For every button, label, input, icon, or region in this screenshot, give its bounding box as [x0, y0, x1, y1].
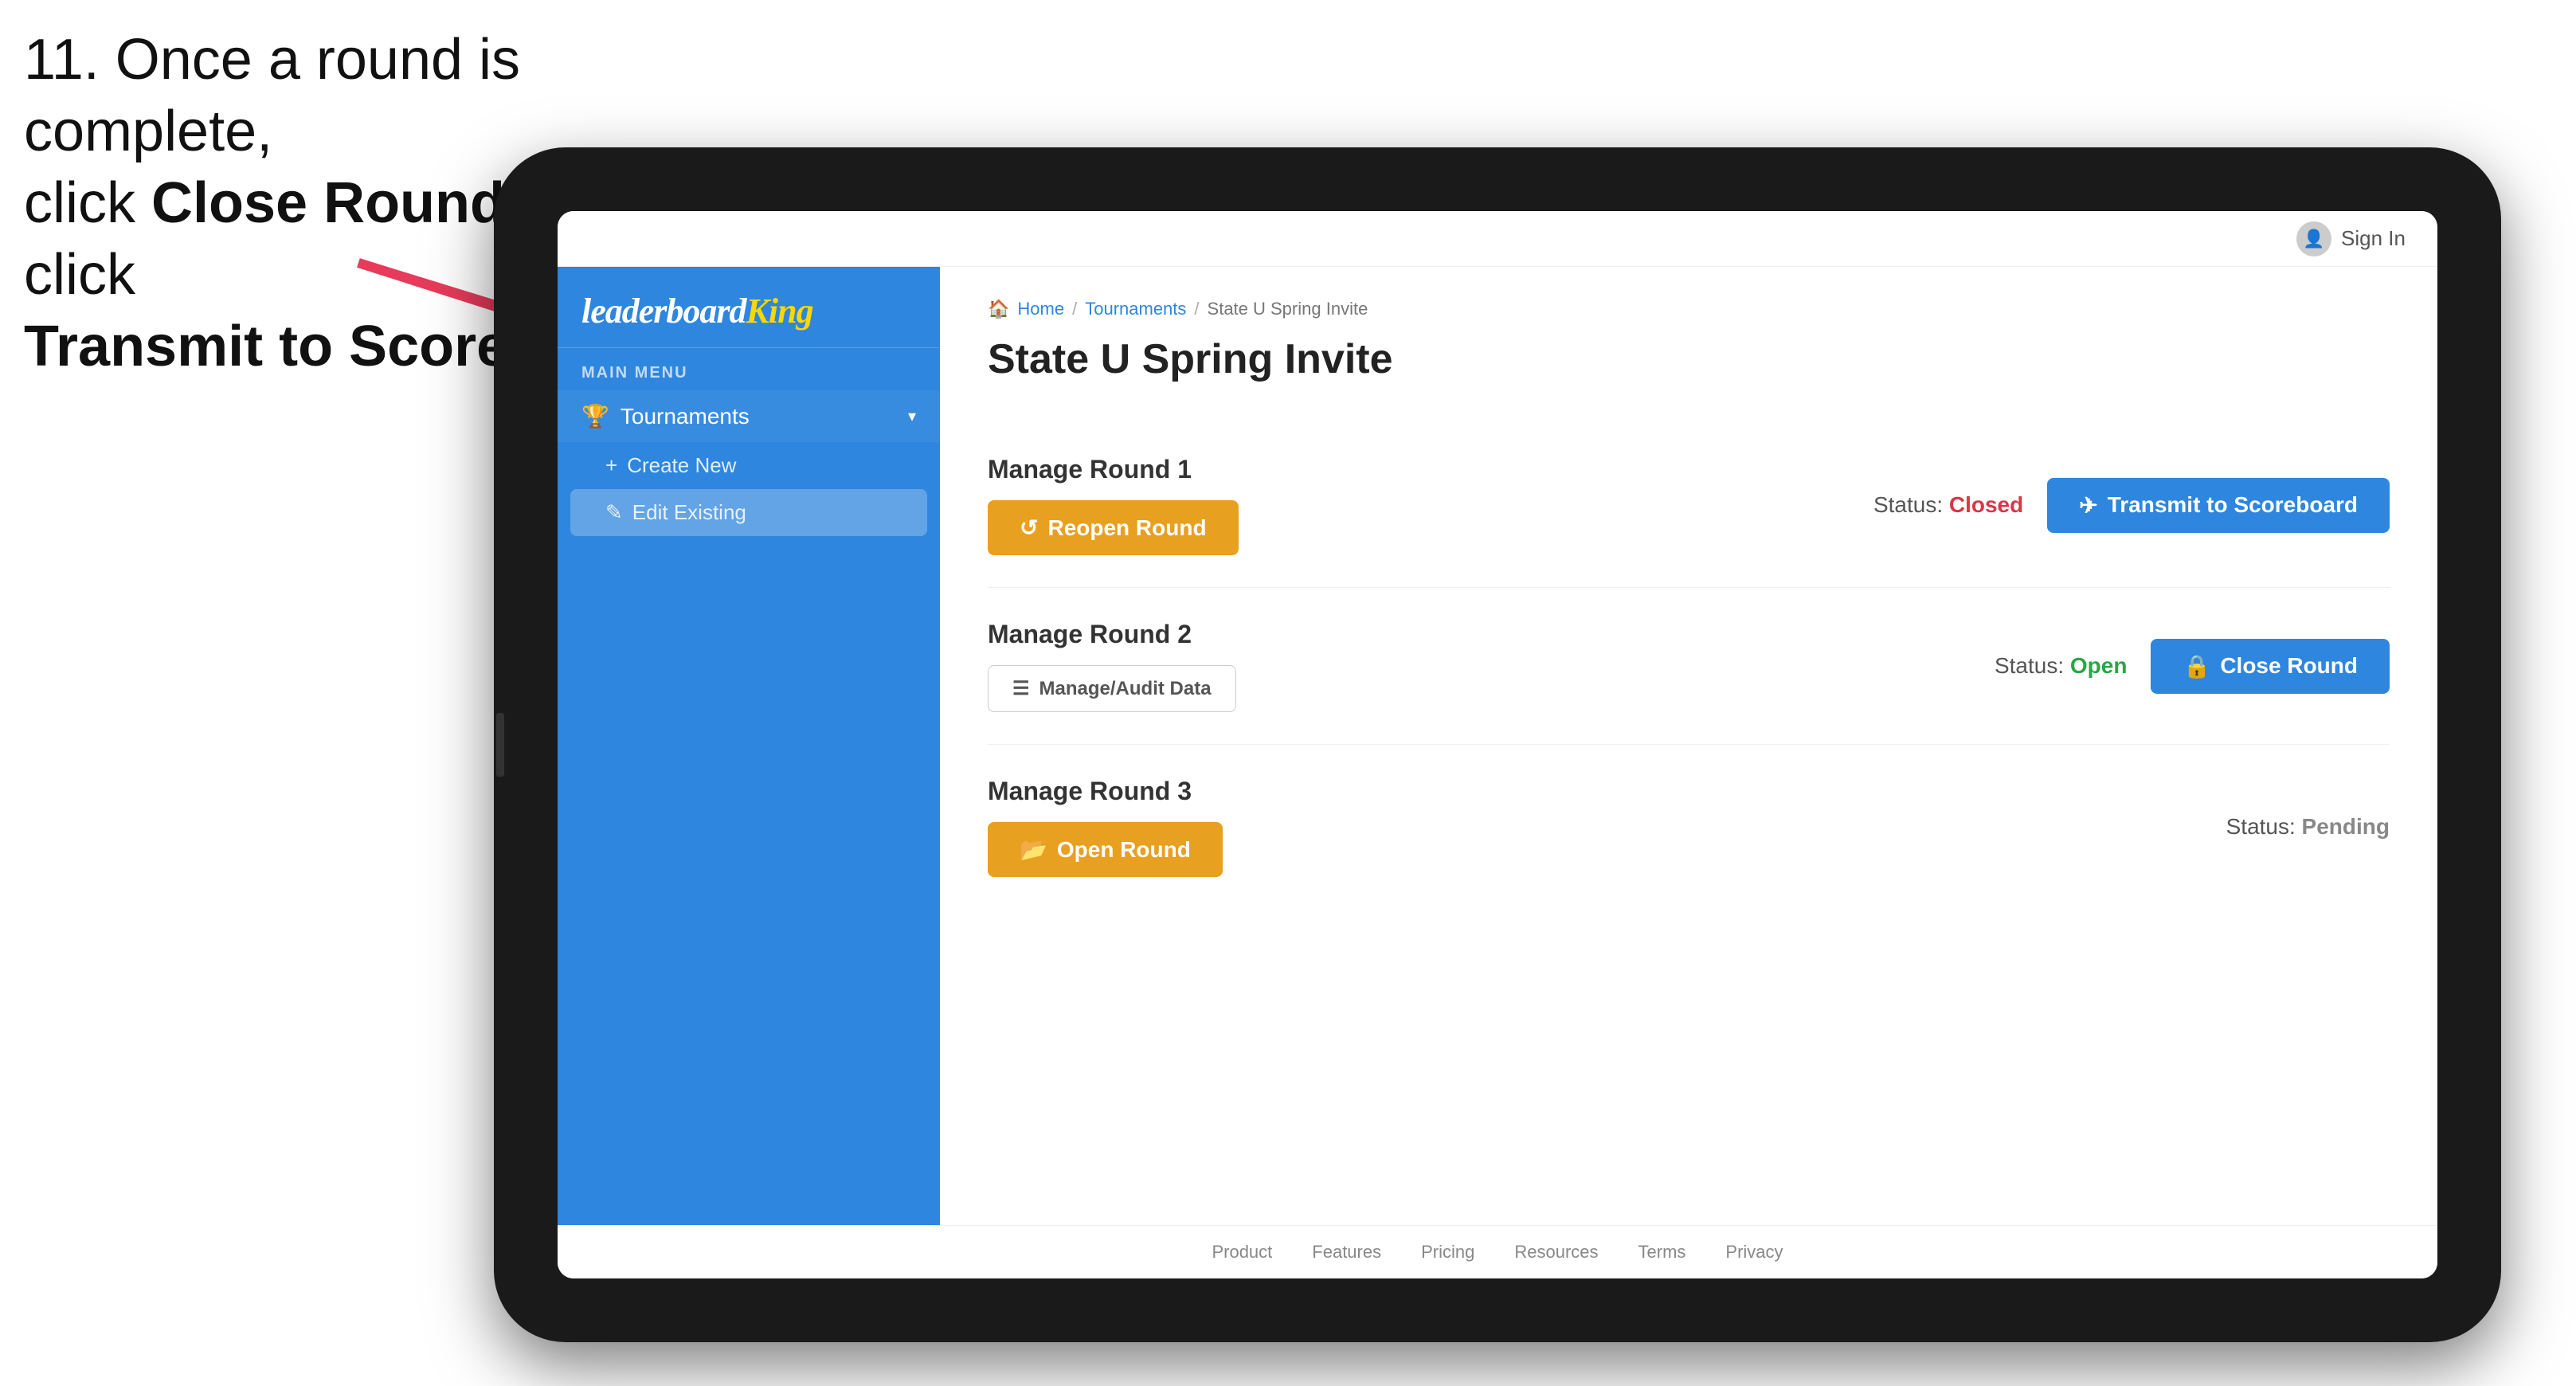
round-3-right: Status: Pending [2226, 814, 2390, 840]
round-3-status: Status: Pending [2226, 814, 2390, 840]
open-icon: 📂 [1020, 836, 1047, 863]
plus-icon: + [605, 453, 617, 478]
sidebar-item-tournaments[interactable]: 🏆 Tournaments ▾ [558, 390, 940, 442]
round-3-title: Manage Round 3 [988, 777, 1223, 806]
footer-features[interactable]: Features [1312, 1242, 1381, 1263]
round-1-status-value: Closed [1949, 492, 2023, 517]
tournaments-icon: 🏆 [581, 403, 609, 429]
round-2-status: Status: Open [1995, 653, 2128, 679]
transmit-icon: ✈ [2079, 492, 2097, 519]
breadcrumb-tournaments[interactable]: Tournaments [1085, 299, 1186, 319]
page-title: State U Spring Invite [988, 335, 2390, 383]
instruction-line2: click [24, 171, 151, 235]
edit-existing-label: Edit Existing [632, 500, 746, 525]
create-new-label: Create New [627, 453, 736, 478]
footer-product[interactable]: Product [1212, 1242, 1272, 1263]
footer-terms[interactable]: Terms [1638, 1242, 1686, 1263]
close-round-label: Close Round [2220, 653, 2358, 679]
footer-privacy[interactable]: Privacy [1725, 1242, 1783, 1263]
round-1-section: Manage Round 1 ↺ Reopen Round Status: Cl… [988, 423, 2390, 588]
chevron-down-icon: ▾ [908, 406, 916, 426]
content-area: 🏠 Home / Tournaments / State U Spring In… [940, 267, 2437, 1225]
home-icon: 🏠 [988, 299, 1009, 319]
open-round-label: Open Round [1057, 837, 1191, 863]
sign-in-area[interactable]: 👤 Sign In [2296, 221, 2406, 256]
open-round-button[interactable]: 📂 Open Round [988, 822, 1223, 877]
logo-area: leaderboardKing [558, 267, 940, 348]
breadcrumb-sep1: / [1072, 299, 1077, 319]
edit-icon: ✎ [605, 500, 623, 525]
round-2-left: Manage Round 2 ☰ Manage/Audit Data [988, 620, 1236, 712]
round-2-right: Status: Open 🔒 Close Round [1995, 639, 2390, 694]
round-2-title: Manage Round 2 [988, 620, 1236, 649]
round-1-right: Status: Closed ✈ Transmit to Scoreboard [1873, 478, 2390, 533]
sidebar-sub-item-create-new[interactable]: + Create New [558, 442, 940, 489]
main-layout: leaderboardKing MAIN MENU 🏆 Tournaments … [558, 267, 2437, 1225]
tablet-screen: 👤 Sign In leaderboardKing MAIN MENU 🏆 To… [558, 211, 2437, 1278]
breadcrumb-current: State U Spring Invite [1208, 299, 1368, 319]
tournaments-label: Tournaments [621, 404, 750, 429]
transmit-to-scoreboard-button[interactable]: ✈ Transmit to Scoreboard [2047, 478, 2390, 533]
round-3-left: Manage Round 3 📂 Open Round [988, 777, 1223, 877]
top-bar: 👤 Sign In [558, 211, 2437, 267]
audit-icon: ☰ [1012, 677, 1030, 700]
sign-in-label[interactable]: Sign In [2341, 226, 2406, 251]
round-2-section: Manage Round 2 ☰ Manage/Audit Data Statu… [988, 588, 2390, 745]
logo-leaderboard: leaderboard [581, 292, 746, 331]
close-round-button[interactable]: 🔒 Close Round [2151, 639, 2390, 694]
tablet-device: 👤 Sign In leaderboardKing MAIN MENU 🏆 To… [494, 147, 2501, 1342]
footer-pricing[interactable]: Pricing [1421, 1242, 1474, 1263]
round-1-status: Status: Closed [1873, 492, 2023, 518]
round-1-title: Manage Round 1 [988, 455, 1239, 484]
instruction-bold1: Close Round [151, 171, 505, 235]
sidebar-sub-item-edit-existing[interactable]: ✎ Edit Existing [570, 489, 927, 536]
breadcrumb-sep2: / [1194, 299, 1199, 319]
transmit-label: Transmit to Scoreboard [2108, 492, 2358, 518]
logo-king: King [746, 292, 813, 331]
round-3-section: Manage Round 3 📂 Open Round Status: Pend… [988, 745, 2390, 909]
round-1-left: Manage Round 1 ↺ Reopen Round [988, 455, 1239, 555]
breadcrumb-home[interactable]: Home [1017, 299, 1064, 319]
sidebar: leaderboardKing MAIN MENU 🏆 Tournaments … [558, 267, 940, 1225]
user-avatar-icon: 👤 [2296, 221, 2331, 256]
footer-resources[interactable]: Resources [1514, 1242, 1598, 1263]
instruction-line1: 11. Once a round is complete, [24, 28, 520, 163]
reopen-round-label: Reopen Round [1047, 515, 1206, 541]
footer: Product Features Pricing Resources Terms… [558, 1225, 2437, 1278]
reopen-round-button[interactable]: ↺ Reopen Round [988, 500, 1239, 555]
round-2-status-value: Open [2070, 653, 2128, 678]
manage-audit-data-button[interactable]: ☰ Manage/Audit Data [988, 665, 1236, 712]
lock-icon: 🔒 [2183, 653, 2210, 679]
round-3-status-value: Pending [2302, 814, 2390, 839]
main-menu-label: MAIN MENU [558, 348, 940, 390]
tablet-side-button [496, 713, 504, 777]
breadcrumb: 🏠 Home / Tournaments / State U Spring In… [988, 299, 2390, 319]
reopen-icon: ↺ [1020, 515, 1038, 541]
manage-audit-label: Manage/Audit Data [1039, 678, 1212, 700]
logo: leaderboardKing [581, 291, 916, 331]
